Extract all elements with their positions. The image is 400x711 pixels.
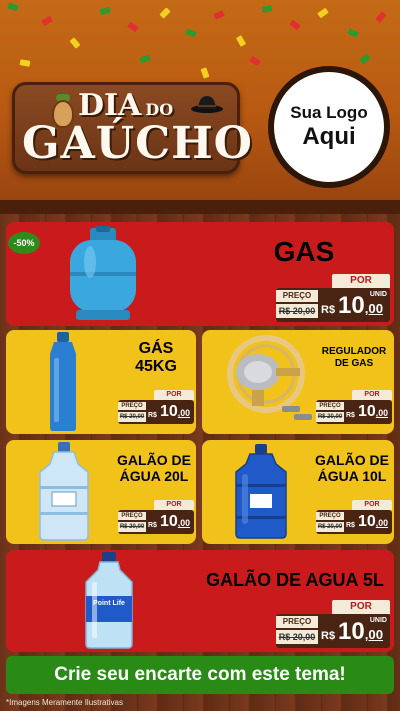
confetti <box>139 54 151 64</box>
preco-label: PREÇO <box>118 512 146 520</box>
old-price: R$ 20,00 <box>118 412 146 422</box>
confetti <box>19 59 31 67</box>
confetti <box>41 15 53 27</box>
confetti <box>213 10 225 20</box>
price-value: 10,00 <box>358 403 389 420</box>
gas-cylinder-icon <box>70 226 136 320</box>
confetti <box>200 67 210 79</box>
por-label: POR <box>332 600 390 614</box>
wood-beam <box>0 200 400 214</box>
por-label: POR <box>154 390 194 400</box>
preco-label: PREÇO <box>316 402 344 410</box>
bottle-brand-label: Point Life <box>93 600 125 607</box>
water-jug-icon <box>235 444 287 539</box>
confetti <box>127 21 139 33</box>
confetti <box>249 55 261 67</box>
confetti <box>7 2 19 12</box>
confetti <box>159 7 171 19</box>
currency-symbol: R$ <box>321 630 336 642</box>
product-name-regulador: REGULADOR DE GAS <box>321 346 387 369</box>
confetti <box>69 37 81 49</box>
por-label: POR <box>352 500 392 510</box>
old-price: R$ 20,00 <box>118 522 146 532</box>
preco-label: PREÇO <box>276 290 318 302</box>
confetti <box>235 35 247 47</box>
currency-symbol: R$ <box>346 412 355 419</box>
confetti <box>317 7 329 19</box>
old-price: R$ 20,00 <box>316 412 344 422</box>
confetti <box>185 28 197 38</box>
water-jug-icon <box>39 442 89 541</box>
unit-label: UNID <box>369 291 387 298</box>
logo-text-line2: Aqui <box>302 123 356 150</box>
price-tag-gas-45kg: POR PREÇO R$ 20,00 R$ 10,00 <box>118 390 194 424</box>
bottle-icon <box>50 332 76 431</box>
price-tag-galao-5l: POR PREÇO R$ 20,00 R$ 10,00 UNID <box>276 600 390 648</box>
confetti <box>99 6 111 16</box>
product-name-galao-10l: GALÃO DE ÁGUA 10L <box>315 452 389 485</box>
price-tag-regulador: POR PREÇO R$ 20,00 R$ 10,00 <box>316 390 392 424</box>
por-label: POR <box>332 274 390 288</box>
preco-label: PREÇO <box>276 616 318 628</box>
product-name-gas: GAS <box>273 236 335 267</box>
currency-symbol: R$ <box>321 304 336 316</box>
old-price: R$ 20,00 <box>276 630 318 644</box>
title-line2: GAÚCHO <box>22 118 254 169</box>
regulator-icon <box>227 335 312 420</box>
currency-symbol: R$ <box>346 522 355 529</box>
currency-symbol: R$ <box>148 412 157 419</box>
footnote: *Imagens Meramente Ilustrativas <box>6 698 123 707</box>
price-tag-galao-10l: POR PREÇO R$ 20,00 R$ 10,00 <box>316 500 392 534</box>
confetti <box>359 53 371 65</box>
product-name-gas-45kg: GÁS 45KG <box>135 340 177 376</box>
price-value: 10,00 <box>358 513 389 530</box>
price-value: 10,00 <box>160 403 191 420</box>
confetti <box>289 19 301 31</box>
preco-label: PREÇO <box>118 402 146 410</box>
cta-banner[interactable]: Crie seu encarte com este tema! <box>6 656 394 694</box>
discount-badge: -50% <box>8 232 40 254</box>
logo-text-line1: Sua Logo <box>290 103 368 122</box>
currency-symbol: R$ <box>148 522 157 529</box>
confetti <box>347 28 359 38</box>
por-label: POR <box>352 390 392 400</box>
product-name-galao-20l: GALÃO DE ÁGUA 20L <box>117 452 191 485</box>
logo-placeholder[interactable]: Sua Logo Aqui <box>268 66 390 188</box>
price-value: 10,00 <box>160 513 191 530</box>
old-price: R$ 20,00 <box>276 304 318 318</box>
product-name-galao-5l: GALÃO DE AGUA 5L <box>206 570 384 590</box>
confetti <box>261 5 273 13</box>
hat-icon <box>191 96 223 113</box>
por-label: POR <box>154 500 194 510</box>
confetti <box>375 11 387 23</box>
price-tag-gas: POR PREÇO R$ 20,00 R$ 10,00 UNID <box>276 274 390 322</box>
unit-label: UNID <box>369 617 387 624</box>
preco-label: PREÇO <box>316 512 344 520</box>
price-tag-galao-20l: POR PREÇO R$ 20,00 R$ 10,00 <box>118 500 194 534</box>
old-price: R$ 20,00 <box>316 522 344 532</box>
